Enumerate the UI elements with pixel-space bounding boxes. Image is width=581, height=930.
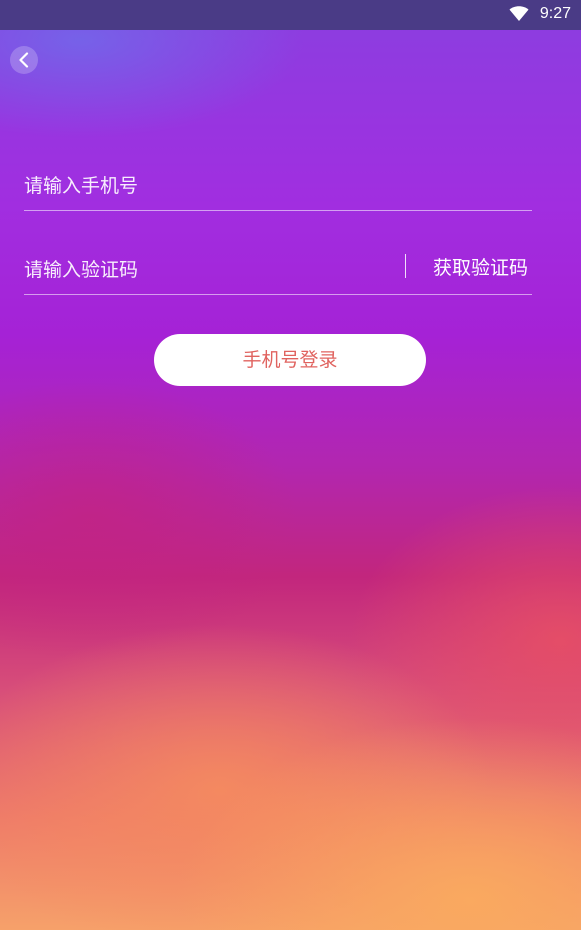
verification-code-input[interactable] — [24, 252, 384, 288]
back-button[interactable] — [10, 46, 38, 74]
code-field-row: 获取验证码 — [24, 244, 532, 295]
login-screen: 9:27 获取验证码 手机号登录 — [0, 0, 581, 930]
status-bar: 9:27 — [0, 0, 581, 30]
phone-login-button[interactable]: 手机号登录 — [154, 334, 426, 386]
chevron-left-icon — [19, 52, 29, 68]
phone-input[interactable] — [24, 168, 384, 204]
phone-field-row — [24, 160, 532, 211]
status-time: 9:27 — [539, 5, 571, 22]
wifi-icon — [509, 6, 529, 22]
code-divider — [405, 254, 406, 278]
get-code-button[interactable]: 获取验证码 — [433, 253, 528, 280]
